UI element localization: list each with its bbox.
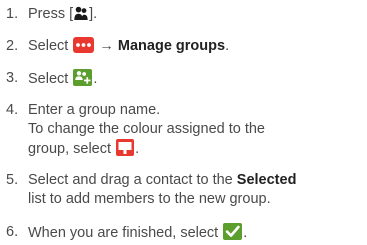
instruction-steps: 1. Press []. 2. Select → Manage groups. … (0, 0, 367, 245)
step-text: Select (28, 71, 69, 87)
selected-label: Selected (236, 172, 297, 188)
step-line: list to add members to the new group. (28, 191, 271, 207)
step-text-end: . (243, 225, 248, 241)
add-group-icon (73, 69, 93, 86)
step-number: 3. (6, 70, 19, 86)
step-number: 1. (6, 6, 19, 22)
step-text-end: . (225, 38, 230, 54)
step-line: To change the colour assigned to the (28, 121, 265, 137)
step-text-end: ]. (89, 6, 98, 22)
step-line: Select and drag a contact to the Selecte… (28, 171, 296, 190)
step-number: 4. (6, 102, 19, 118)
colour-icon (116, 139, 135, 156)
step-text: Press [ (28, 6, 74, 22)
step-number: 6. (6, 224, 19, 240)
step-text-end: . (135, 141, 140, 157)
step-text-end: . (93, 71, 98, 87)
step-line: group, select . (28, 139, 265, 158)
step-line: Enter a group name. (28, 102, 161, 118)
checkmark-icon (223, 223, 243, 240)
arrow: → (99, 38, 114, 54)
step-text: group, select (28, 141, 112, 157)
more-options-icon (73, 37, 95, 53)
step-text: When you are finished, select (28, 225, 219, 241)
step-text: Select and drag a contact to the (28, 172, 233, 188)
manage-groups-label: Manage groups (117, 38, 226, 54)
contacts-icon (74, 6, 88, 21)
step-text: Select (28, 38, 69, 54)
step-number: 5. (6, 172, 19, 188)
step-number: 2. (6, 38, 19, 54)
